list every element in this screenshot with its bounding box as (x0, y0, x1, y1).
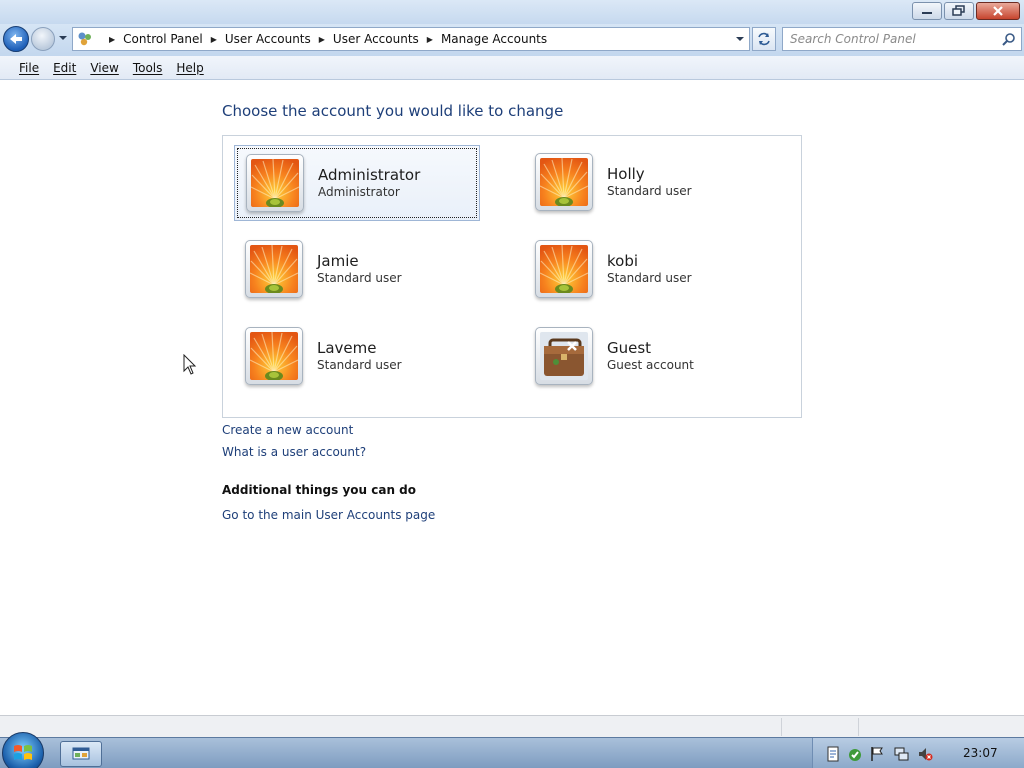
account-tile-laveme[interactable]: Laveme Standard user (234, 319, 480, 395)
account-picture (246, 154, 304, 212)
security-shield-tray-icon[interactable] (847, 746, 863, 762)
action-center-flag-icon[interactable] (869, 746, 885, 762)
address-bar[interactable]: ▶ Control Panel ▶ User Accounts ▶ User A… (72, 27, 750, 51)
breadcrumb-user-accounts[interactable]: User Accounts (225, 32, 311, 46)
create-account-link[interactable]: Create a new account (222, 423, 353, 437)
taskbar-control-panel-button[interactable] (60, 741, 102, 767)
account-tile-jamie[interactable]: Jamie Standard user (234, 232, 480, 308)
flower-picture-icon (251, 159, 299, 207)
account-tile-holly[interactable]: Holly Standard user (524, 145, 770, 221)
flower-picture-icon (540, 245, 588, 293)
minimize-button[interactable] (912, 2, 942, 20)
account-name: Laveme (317, 339, 377, 357)
status-divider (781, 718, 782, 736)
account-list: Administrator Administrator Holly Standa… (222, 135, 802, 418)
breadcrumb-separator-icon[interactable]: ▶ (319, 35, 325, 44)
taskbar-clock[interactable]: 23:07 (963, 746, 998, 760)
flower-picture-icon (540, 158, 588, 206)
forward-button[interactable] (31, 27, 55, 51)
account-name: Holly (607, 165, 645, 183)
account-tile-kobi[interactable]: kobi Standard user (524, 232, 770, 308)
account-info: Jamie Standard user (317, 252, 402, 286)
refresh-icon (758, 32, 770, 46)
breadcrumb-separator-icon[interactable]: ▶ (109, 35, 115, 44)
page-title: Choose the account you would like to cha… (222, 102, 564, 120)
account-name: Jamie (317, 252, 359, 270)
account-picture (245, 327, 303, 385)
account-picture (245, 240, 303, 298)
taskbar: 23:07 (0, 732, 1024, 768)
search-icon[interactable] (1002, 32, 1016, 46)
back-button[interactable] (3, 26, 29, 52)
account-type: Standard user (607, 271, 692, 285)
account-picture (535, 240, 593, 298)
restore-button[interactable] (944, 2, 974, 20)
address-history-dropdown-icon[interactable] (735, 36, 745, 42)
what-is-user-account-link[interactable]: What is a user account? (222, 445, 366, 459)
breadcrumb-manage-accounts[interactable]: Manage Accounts (441, 32, 547, 46)
status-divider (858, 718, 859, 736)
menu-file[interactable]: File (19, 61, 39, 75)
account-type: Standard user (317, 271, 402, 285)
main-content: Choose the account you would like to cha… (0, 81, 1024, 715)
back-arrow-icon (10, 34, 22, 44)
windows-logo-icon (14, 745, 32, 760)
breadcrumb-control-panel[interactable]: Control Panel (123, 32, 203, 46)
account-tile-administrator[interactable]: Administrator Administrator (234, 145, 480, 221)
restore-icon (952, 5, 965, 16)
document-tray-icon[interactable] (825, 746, 841, 762)
search-input[interactable] (790, 32, 995, 46)
menu-edit[interactable]: Edit (53, 61, 76, 75)
menu-view[interactable]: View (90, 61, 118, 75)
additional-things-heading: Additional things you can do (222, 483, 417, 497)
menu-bar: File Edit View Tools Help (0, 56, 1024, 80)
control-panel-icon (78, 32, 91, 46)
window-title-bar (0, 0, 1024, 24)
status-bar (0, 715, 1024, 737)
main-user-accounts-link[interactable]: Go to the main User Accounts page (222, 508, 435, 522)
window-controls (912, 2, 1020, 20)
account-info: Guest Guest account (607, 339, 694, 373)
search-box (782, 27, 1022, 51)
network-tray-icon[interactable] (893, 746, 909, 762)
account-name: Guest (607, 339, 652, 357)
account-name: Administrator (318, 166, 421, 184)
system-tray: 23:07 (812, 738, 1024, 768)
account-info: kobi Standard user (607, 252, 692, 286)
account-picture (535, 327, 593, 385)
briefcase-picture-icon (540, 332, 588, 380)
refresh-button[interactable] (752, 27, 776, 51)
flower-picture-icon (250, 332, 298, 380)
flower-picture-icon (250, 245, 298, 293)
close-button[interactable] (976, 2, 1020, 20)
account-info: Holly Standard user (607, 165, 692, 199)
account-picture (535, 153, 593, 211)
volume-muted-icon[interactable] (917, 746, 933, 762)
breadcrumb-user-accounts-sub[interactable]: User Accounts (333, 32, 419, 46)
account-type: Standard user (317, 358, 402, 372)
close-icon (993, 6, 1003, 16)
recent-pages-dropdown-icon[interactable] (58, 35, 68, 41)
menu-help[interactable]: Help (176, 61, 203, 75)
mouse-pointer-icon (183, 354, 197, 375)
account-info: Laveme Standard user (317, 339, 402, 373)
account-tile-guest[interactable]: Guest Guest account (524, 319, 770, 395)
navigation-bar: ▶ Control Panel ▶ User Accounts ▶ User A… (0, 24, 1024, 56)
account-type: Guest account (607, 358, 694, 372)
start-button[interactable] (2, 732, 44, 768)
account-type: Standard user (607, 184, 692, 198)
account-type: Administrator (318, 185, 400, 199)
menu-tools[interactable]: Tools (133, 61, 163, 75)
breadcrumb-separator-icon[interactable]: ▶ (211, 35, 217, 44)
minimize-icon (922, 12, 932, 14)
breadcrumb-separator-icon[interactable]: ▶ (427, 35, 433, 44)
breadcrumb: ▶ Control Panel ▶ User Accounts ▶ User A… (101, 32, 547, 46)
account-info: Administrator Administrator (318, 166, 420, 200)
control-panel-window-icon (72, 747, 90, 760)
account-name: kobi (607, 252, 639, 270)
